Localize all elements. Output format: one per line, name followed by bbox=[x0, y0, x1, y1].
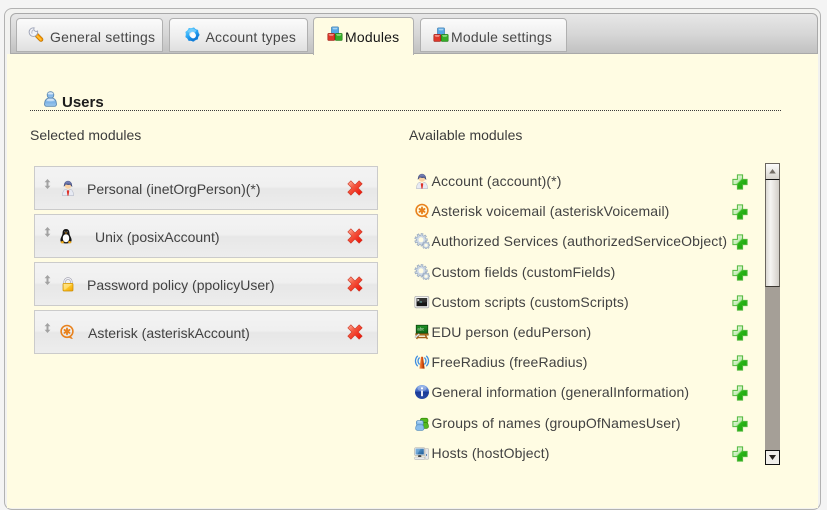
svg-text:abc: abc bbox=[417, 326, 424, 331]
